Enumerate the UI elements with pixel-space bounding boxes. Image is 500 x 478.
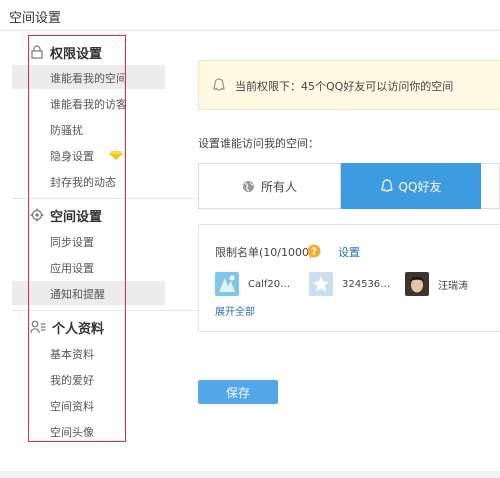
- section-header-profile: 个人资料: [30, 318, 105, 337]
- sidebar-item-space-profile[interactable]: 空间资料: [12, 393, 165, 417]
- restricted-friend[interactable]: Calf20…: [215, 272, 290, 296]
- visibility-prompt: 设置谁能访问我的空间：: [198, 137, 319, 150]
- gear-icon: [30, 208, 44, 222]
- qq-penguin-icon: [213, 78, 225, 91]
- avatar: [309, 272, 333, 296]
- restricted-friend[interactable]: 汪瑞涛: [405, 272, 468, 296]
- option-everyone[interactable]: 所有人: [198, 163, 341, 209]
- permission-notice: 当前权限下：45个QQ好友可以访问你的空间: [198, 60, 500, 110]
- sidebar-item-app-settings[interactable]: 应用设置: [12, 255, 165, 279]
- qq-penguin-icon: [380, 179, 393, 192]
- diamond-icon: [109, 151, 123, 160]
- window-title: 空间设置: [9, 11, 62, 26]
- section-header-permissions: 权限设置: [30, 43, 103, 62]
- title-bar: 空间设置: [0, 0, 500, 31]
- sidebar-item-archive-feed[interactable]: 封存我的动态: [12, 169, 165, 193]
- notice-text: 当前权限下：45个QQ好友可以访问你的空间: [235, 80, 454, 93]
- section-header-space-settings: 空间设置: [30, 206, 103, 225]
- sidebar-item-hobbies[interactable]: 我的爱好: [12, 367, 165, 391]
- question-icon[interactable]: ?: [307, 244, 321, 258]
- restriction-list-title: 限制名单(10/1000): [215, 246, 314, 259]
- lock-icon: [31, 45, 43, 59]
- sidebar-item-basic-profile[interactable]: 基本资料: [12, 341, 165, 365]
- section-title: 个人资料: [52, 321, 105, 337]
- sidebar-item-anti-harassment[interactable]: 防骚扰: [12, 117, 165, 141]
- avatar: [215, 272, 239, 296]
- sidebar-item-who-can-view-visitors[interactable]: 谁能看我的访客: [12, 91, 165, 115]
- section-title: 权限设置: [50, 46, 103, 62]
- option-label: QQ好友: [398, 179, 442, 194]
- option-qq-friends[interactable]: QQ好友: [341, 163, 481, 209]
- option-label: 所有人: [260, 179, 297, 194]
- avatar: [405, 272, 429, 296]
- save-button[interactable]: 保存: [198, 380, 278, 404]
- sidebar-item-space-avatar[interactable]: 空间头像: [12, 419, 165, 443]
- bottom-bar: [0, 471, 500, 478]
- sidebar: 权限设置 谁能看我的空间 谁能看我的访客 防骚扰 隐身设置 封存我的动态 空间设…: [0, 31, 500, 471]
- restriction-settings-link[interactable]: 设置: [338, 244, 360, 260]
- restriction-list-panel: 限制名单(10/1000) ? 设置 Calf20… 324536… 汪瑞涛 展…: [198, 224, 500, 332]
- section-title: 空间设置: [50, 209, 103, 225]
- sidebar-item-sync-settings[interactable]: 同步设置: [12, 229, 165, 253]
- sidebar-item-who-can-view-space[interactable]: 谁能看我的空间: [12, 65, 165, 89]
- sidebar-item-invisible-settings[interactable]: 隐身设置: [12, 143, 165, 167]
- svg-text:?: ?: [311, 247, 317, 258]
- globe-icon: [242, 180, 254, 192]
- sidebar-item-notifications[interactable]: 通知和提醒: [12, 281, 165, 305]
- option-more-partial[interactable]: [481, 163, 500, 209]
- profile-icon: [30, 320, 46, 334]
- expand-all-link[interactable]: 展开全部: [215, 303, 255, 318]
- restricted-friend[interactable]: 324536…: [309, 272, 390, 296]
